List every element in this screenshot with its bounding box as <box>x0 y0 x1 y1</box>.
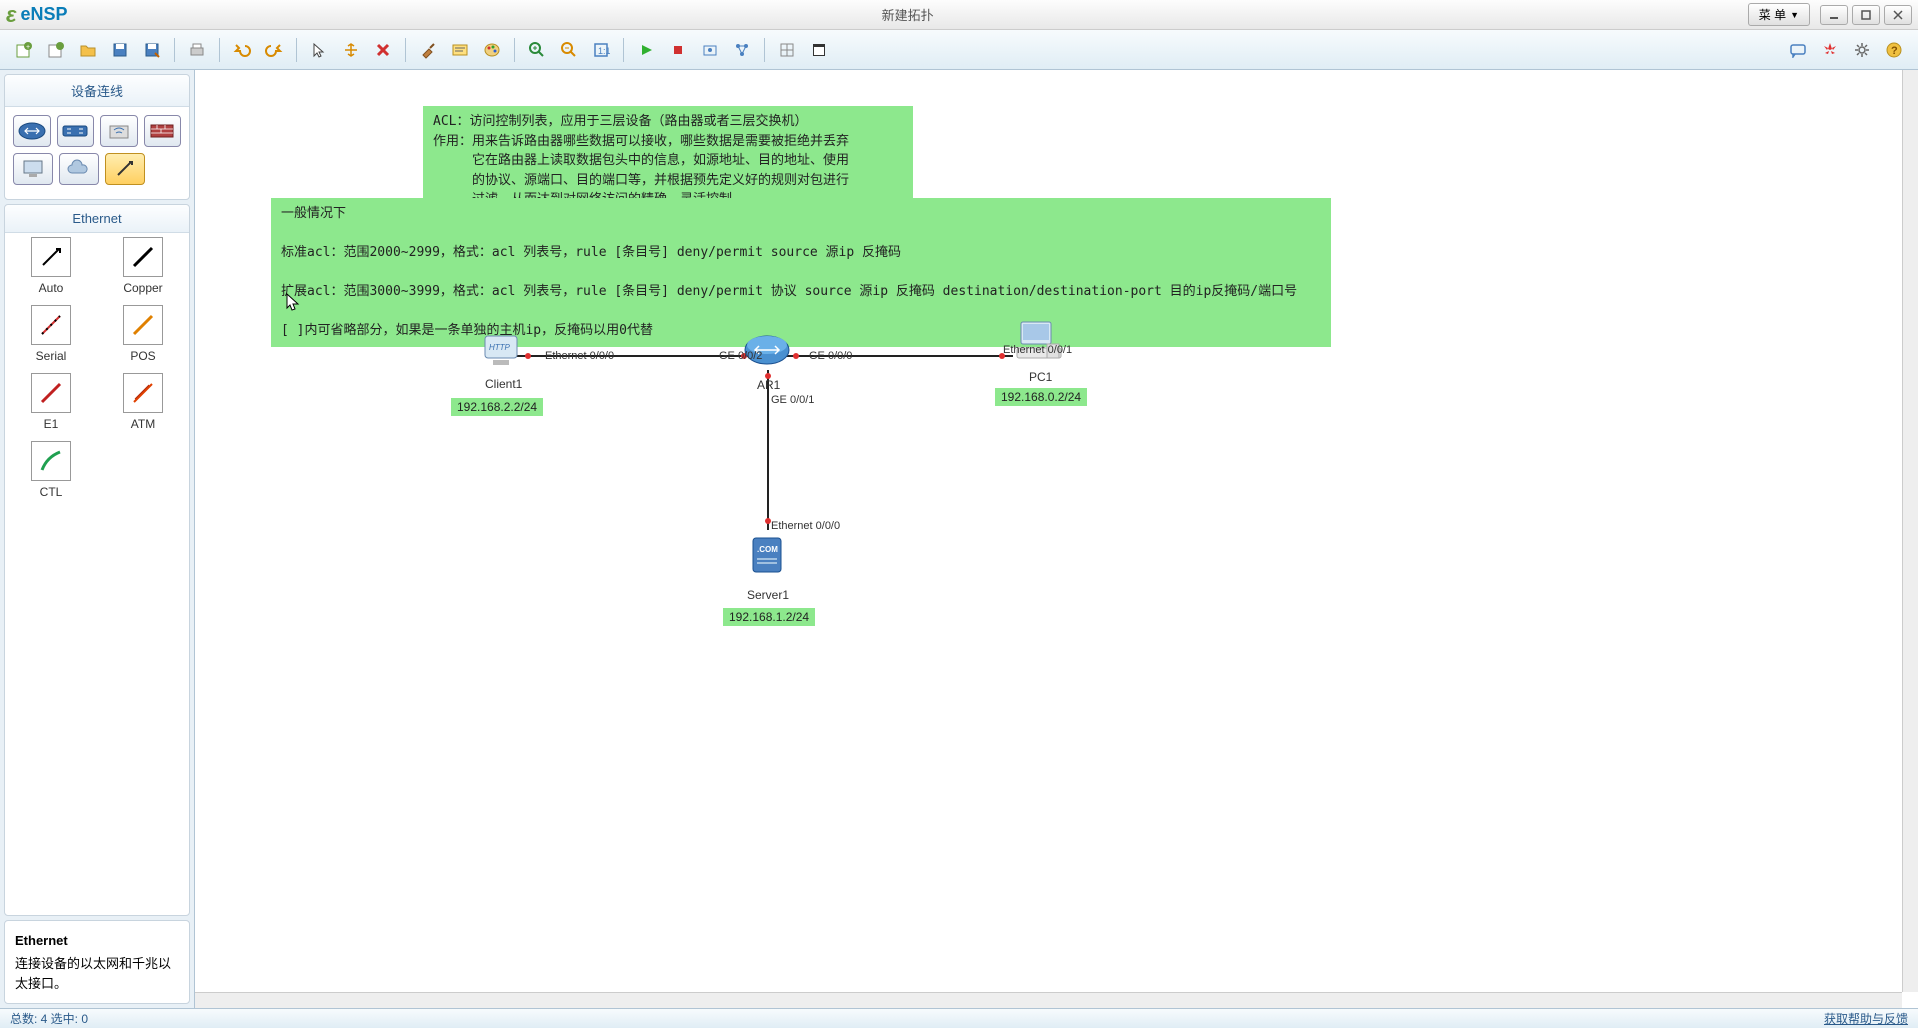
svg-text:.COM: .COM <box>757 545 778 554</box>
svg-text:HTTP: HTTP <box>489 343 511 352</box>
category-pc[interactable] <box>13 153 53 185</box>
conn-ctl[interactable]: CTL <box>15 441 87 499</box>
open-icon[interactable] <box>74 36 102 64</box>
conn-atm[interactable]: ATM <box>107 373 179 431</box>
sidebar: 设备连线 Ethernet Auto Copper <box>0 70 195 1008</box>
info-panel: Ethernet 连接设备的以太网和千兆以太接口。 <box>4 920 190 1005</box>
save-icon[interactable] <box>106 36 134 64</box>
main: 设备连线 Ethernet Auto Copper <box>0 70 1918 1008</box>
close-button[interactable] <box>1884 5 1912 25</box>
category-cloud[interactable] <box>59 153 99 185</box>
svg-text:?: ? <box>1891 45 1898 57</box>
statusbar: 总数: 4 选中: 0 获取帮助与反馈 <box>0 1008 1918 1028</box>
conn-copper[interactable]: Copper <box>107 237 179 295</box>
undo-icon[interactable] <box>228 36 256 64</box>
link-ar1-server[interactable] <box>767 370 769 530</box>
conn-auto[interactable]: Auto <box>15 237 87 295</box>
port-server1: Ethernet 0/0/0 <box>771 520 840 532</box>
pointer-icon[interactable] <box>305 36 333 64</box>
palette-icon[interactable] <box>478 36 506 64</box>
conn-pos[interactable]: POS <box>107 305 179 363</box>
device-server1[interactable]: .COM <box>743 530 791 581</box>
new-blank-icon[interactable] <box>42 36 70 64</box>
label-pc1: PC1 <box>1029 370 1052 384</box>
svg-text:+: + <box>26 44 30 51</box>
svg-text:1:1: 1:1 <box>598 46 610 56</box>
text-icon[interactable] <box>446 36 474 64</box>
canvas-area[interactable]: ACL：访问控制列表，应用于三层设备（路由器或者三层交换机） 作用：用来告诉路由… <box>195 70 1918 1008</box>
capture-icon[interactable] <box>696 36 724 64</box>
window-icon[interactable] <box>805 36 833 64</box>
label-client1: Client1 <box>485 377 522 391</box>
category-firewall[interactable] <box>144 115 182 147</box>
broom-icon[interactable] <box>414 36 442 64</box>
port-ar1-right: GE 0/0/0 <box>809 350 852 362</box>
titlebar: εeNSP 新建拓扑 菜 单▼ <box>0 0 1918 30</box>
zoom-fit-icon[interactable]: 1:1 <box>587 36 615 64</box>
label-ar1: AR1 <box>757 378 780 392</box>
note-acl-syntax[interactable]: 一般情况下 标准acl：范围2000~2999，格式：acl 列表号，rule … <box>271 198 1331 347</box>
devices-panel-title: 设备连线 <box>5 75 189 107</box>
zoom-in-icon[interactable] <box>523 36 551 64</box>
port-client1: Ethernet 0/0/0 <box>545 350 614 362</box>
print-icon[interactable] <box>183 36 211 64</box>
stop-icon[interactable] <box>664 36 692 64</box>
start-icon[interactable] <box>632 36 660 64</box>
zoom-out-icon[interactable] <box>555 36 583 64</box>
new-topo-icon[interactable]: + <box>10 36 38 64</box>
category-router[interactable] <box>13 115 51 147</box>
category-wlan[interactable] <box>100 115 138 147</box>
app-logo: εeNSP <box>6 2 68 28</box>
label-server1: Server1 <box>747 588 789 602</box>
conn-serial[interactable]: Serial <box>15 305 87 363</box>
connections-panel-title: Ethernet <box>5 205 189 233</box>
help-feedback-link[interactable]: 获取帮助与反馈 <box>1824 1010 1908 1027</box>
port-dot <box>525 353 531 359</box>
toolbar: + 1:1 ? <box>0 30 1918 70</box>
port-ar1-down: GE 0/0/1 <box>771 394 814 406</box>
topology-icon[interactable] <box>728 36 756 64</box>
ip-client1[interactable]: 192.168.2.2/24 <box>451 398 543 416</box>
help-icon[interactable]: ? <box>1880 36 1908 64</box>
menu-button[interactable]: 菜 单▼ <box>1748 3 1810 26</box>
category-switch[interactable] <box>57 115 95 147</box>
ip-server1[interactable]: 192.168.1.2/24 <box>723 608 815 626</box>
delete-icon[interactable] <box>369 36 397 64</box>
connections-panel: Ethernet Auto Copper Serial POS E1 ATM C… <box>4 204 190 916</box>
pan-icon[interactable] <box>337 36 365 64</box>
conn-e1[interactable]: E1 <box>15 373 87 431</box>
huawei-icon[interactable] <box>1816 36 1844 64</box>
settings-icon[interactable] <box>1848 36 1876 64</box>
grid-icon[interactable] <box>773 36 801 64</box>
redo-icon[interactable] <box>260 36 288 64</box>
ip-pc1[interactable]: 192.168.0.2/24 <box>995 388 1087 406</box>
category-connection[interactable] <box>105 153 145 185</box>
info-text: 连接设备的以太网和千兆以太接口。 <box>15 954 179 993</box>
minimize-button[interactable] <box>1820 5 1848 25</box>
message-icon[interactable] <box>1784 36 1812 64</box>
save-as-icon[interactable] <box>138 36 166 64</box>
device-client1[interactable]: HTTP <box>479 330 523 373</box>
port-ar1-left: GE 0/0/2 <box>719 350 762 362</box>
window-title: 新建拓扑 <box>68 5 1748 24</box>
info-title: Ethernet <box>15 931 179 951</box>
vertical-scrollbar[interactable] <box>1902 70 1918 992</box>
status-count: 总数: 4 选中: 0 <box>10 1010 88 1027</box>
port-dot <box>793 353 799 359</box>
devices-panel: 设备连线 <box>4 74 190 200</box>
horizontal-scrollbar[interactable] <box>195 992 1902 1008</box>
device-pc1[interactable] <box>1013 316 1065 367</box>
maximize-button[interactable] <box>1852 5 1880 25</box>
port-pc1: Ethernet 0/0/1 <box>1003 344 1072 356</box>
